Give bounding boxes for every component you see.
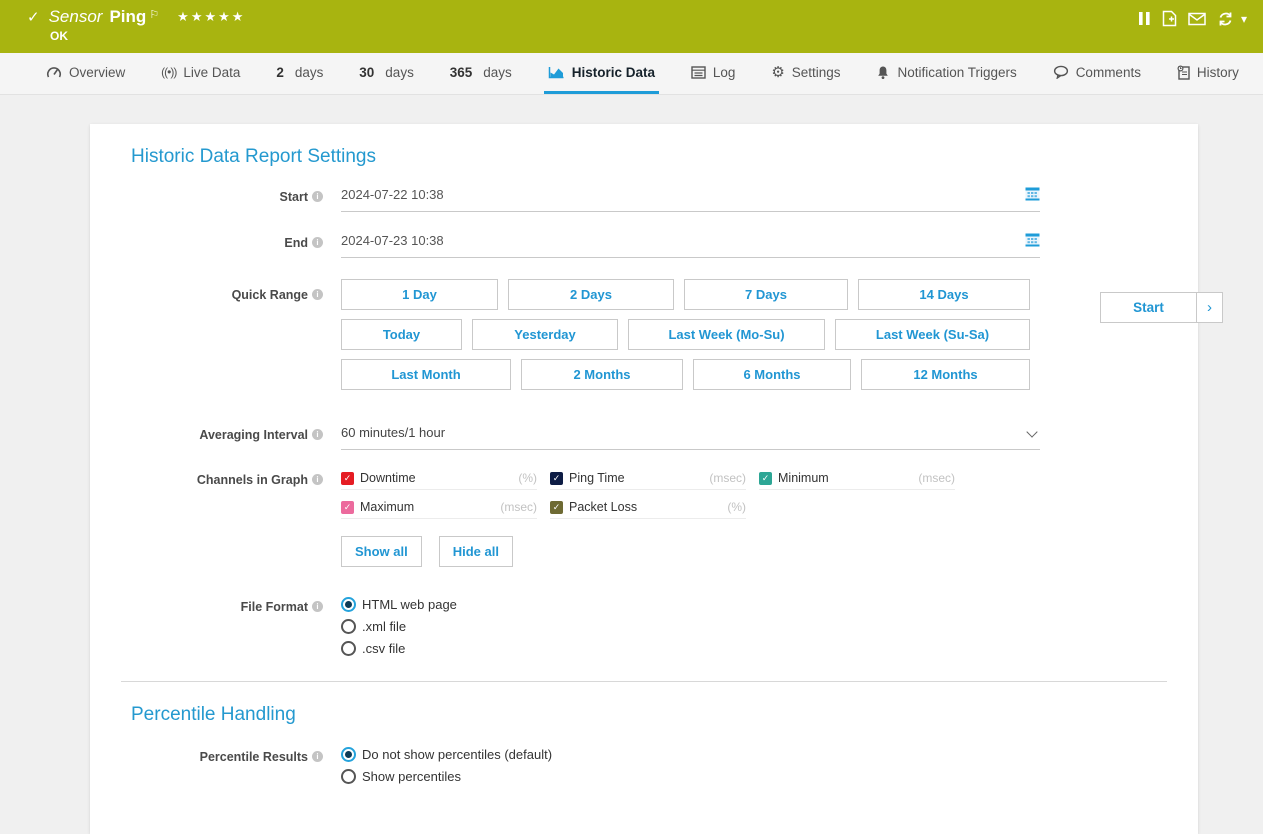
log-list-icon	[691, 66, 706, 79]
show-all-button[interactable]: Show all	[341, 536, 422, 567]
channel-downtime: Downtime (%)	[341, 471, 537, 490]
radio-icon[interactable]	[341, 641, 356, 656]
refresh-icon[interactable]	[1217, 11, 1234, 27]
tab-comments[interactable]: Comments	[1049, 53, 1145, 94]
info-icon[interactable]	[312, 289, 323, 300]
quick-range-7-days-button[interactable]: 7 Days	[684, 279, 848, 310]
live-data-icon: ((•))	[161, 65, 176, 79]
quick-range-last-week-su-sa-button[interactable]: Last Week (Su-Sa)	[835, 319, 1030, 350]
quick-range-2-days-button[interactable]: 2 Days	[508, 279, 674, 310]
comment-bubble-icon	[1053, 65, 1069, 79]
channel-checkbox[interactable]	[759, 472, 772, 485]
quick-range-1-day-button[interactable]: 1 Day	[341, 279, 498, 310]
priority-stars[interactable]: ★★★★★	[177, 9, 245, 25]
tab-live-data[interactable]: ((•)) Live Data	[157, 53, 244, 94]
channel-checkbox[interactable]	[550, 472, 563, 485]
status-check-icon: ✓	[27, 8, 40, 26]
gear-icon: ⚙	[771, 63, 784, 81]
averaging-interval-select[interactable]: 60 minutes/1 hour	[341, 425, 1040, 450]
file-format-xml-radio[interactable]: .xml file	[341, 619, 1040, 634]
sensor-header: ✓ Sensor Ping ⚐ ★★★★★ OK ▾	[0, 0, 1263, 53]
start-report-chevron-icon[interactable]: ›	[1197, 292, 1223, 323]
file-format-html-radio[interactable]: HTML web page	[341, 597, 1040, 612]
info-icon[interactable]	[312, 191, 323, 202]
quick-range-6-months-button[interactable]: 6 Months	[693, 359, 851, 390]
file-format-csv-radio[interactable]: .csv file	[341, 641, 1040, 656]
area-chart-icon	[548, 65, 565, 79]
tab-30-days[interactable]: 30 days	[355, 53, 418, 94]
tab-historic-data[interactable]: Historic Data	[544, 53, 659, 94]
info-icon[interactable]	[312, 429, 323, 440]
channel-ping-time: Ping Time (msec)	[550, 471, 746, 490]
hide-all-button[interactable]: Hide all	[439, 536, 513, 567]
sensor-type-label: Sensor	[49, 7, 103, 27]
quick-range-last-week-mo-su-button[interactable]: Last Week (Mo-Su)	[628, 319, 825, 350]
quick-range-today-button[interactable]: Today	[341, 319, 462, 350]
sensor-name: Ping	[109, 7, 146, 27]
quick-range-14-days-button[interactable]: 14 Days	[858, 279, 1030, 310]
end-label: End	[90, 233, 323, 250]
tab-overview[interactable]: Overview	[42, 53, 129, 94]
radio-icon[interactable]	[341, 597, 356, 612]
quick-range-12-months-button[interactable]: 12 Months	[861, 359, 1030, 390]
calendar-icon[interactable]	[1025, 187, 1040, 206]
start-report-split-button: Start ›	[1100, 292, 1223, 323]
percentile-off-radio[interactable]: Do not show percentiles (default)	[341, 747, 1040, 762]
channel-checkbox[interactable]	[341, 472, 354, 485]
channel-maximum: Maximum (msec)	[341, 500, 537, 519]
bell-icon	[876, 65, 890, 80]
channel-packet-loss: Packet Loss (%)	[550, 500, 746, 519]
info-icon[interactable]	[312, 601, 323, 612]
report-page-icon[interactable]	[1162, 10, 1177, 27]
radio-icon[interactable]	[341, 769, 356, 784]
historic-data-panel: Historic Data Report Settings Start 2024…	[90, 124, 1198, 834]
sensor-tab-bar: Overview ((•)) Live Data 2 days 30 days …	[0, 53, 1263, 95]
report-settings-title: Historic Data Report Settings	[131, 146, 1198, 168]
quick-range-2-months-button[interactable]: 2 Months	[521, 359, 683, 390]
pause-icon[interactable]	[1138, 11, 1151, 26]
end-date-input[interactable]: 2024-07-23 10:38	[341, 233, 1040, 258]
radio-icon[interactable]	[341, 747, 356, 762]
tab-log[interactable]: Log	[687, 53, 740, 94]
history-page-icon	[1177, 65, 1190, 80]
channels-in-graph-label: Channels in Graph	[90, 467, 323, 487]
tab-notification-triggers[interactable]: Notification Triggers	[872, 53, 1020, 94]
gauge-icon	[46, 65, 62, 79]
percentile-handling-title: Percentile Handling	[131, 704, 1198, 726]
channel-checkbox[interactable]	[341, 501, 354, 514]
quick-range-last-month-button[interactable]: Last Month	[341, 359, 511, 390]
channel-minimum: Minimum (msec)	[759, 471, 955, 490]
averaging-interval-label: Averaging Interval	[90, 425, 323, 442]
flag-icon[interactable]: ⚐	[149, 8, 159, 21]
start-label: Start	[90, 187, 323, 204]
section-divider	[121, 681, 1167, 682]
file-format-label: File Format	[90, 597, 323, 614]
start-report-button[interactable]: Start	[1100, 292, 1197, 323]
info-icon[interactable]	[312, 237, 323, 248]
radio-icon[interactable]	[341, 619, 356, 634]
quick-range-yesterday-button[interactable]: Yesterday	[472, 319, 618, 350]
quick-range-label: Quick Range	[90, 279, 323, 302]
info-icon[interactable]	[312, 474, 323, 485]
tab-history[interactable]: History	[1173, 53, 1243, 94]
start-date-input[interactable]: 2024-07-22 10:38	[341, 187, 1040, 212]
mail-icon[interactable]	[1188, 12, 1206, 26]
percentile-results-label: Percentile Results	[90, 747, 323, 764]
channel-checkbox[interactable]	[550, 501, 563, 514]
tab-2-days[interactable]: 2 days	[272, 53, 327, 94]
percentile-on-radio[interactable]: Show percentiles	[341, 769, 1040, 784]
tab-365-days[interactable]: 365 days	[446, 53, 516, 94]
tab-settings[interactable]: ⚙ Settings	[767, 53, 844, 94]
sensor-status-badge: OK	[50, 29, 1263, 43]
header-menu-caret-icon[interactable]: ▾	[1241, 12, 1247, 26]
info-icon[interactable]	[312, 751, 323, 762]
calendar-icon[interactable]	[1025, 233, 1040, 252]
